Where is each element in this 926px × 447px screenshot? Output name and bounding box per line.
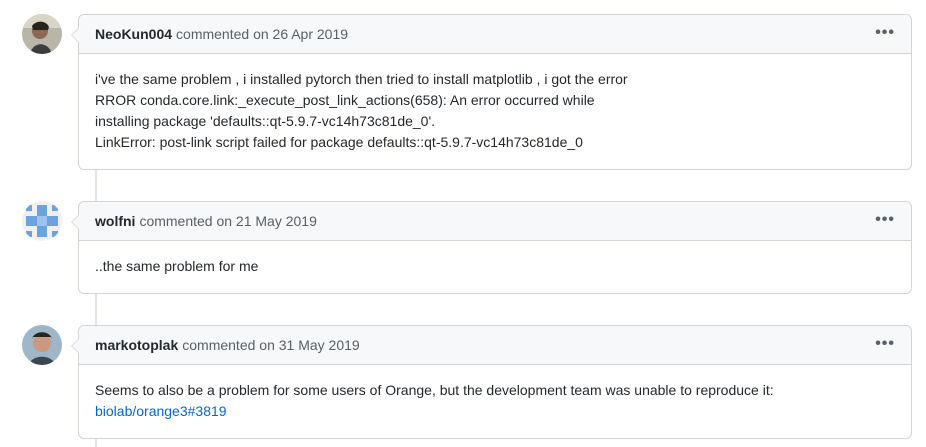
comment-box: markotoplak commented on 31 May 2019 •••… <box>71 325 912 439</box>
comment-header: NeoKun004 commented on 26 Apr 2019 ••• <box>79 15 911 54</box>
more-options-icon[interactable]: ••• <box>875 335 895 353</box>
comment-line: Seems to also be a problem for some user… <box>95 382 774 398</box>
comment-line: LinkError: post-link script failed for p… <box>95 134 583 150</box>
comment-link-line: biolab/orange3#3819 <box>95 401 895 422</box>
comment-line: ..the same problem for me <box>95 258 259 274</box>
issue-link[interactable]: biolab/orange3#3819 <box>95 403 227 419</box>
avatar[interactable] <box>22 14 62 54</box>
comment-body: ..the same problem for me <box>79 241 911 291</box>
comment-timestamp[interactable]: commented on 31 May 2019 <box>182 337 359 353</box>
comment-header: wolfni commented on 21 May 2019 ••• <box>79 202 911 241</box>
comment-header: markotoplak commented on 31 May 2019 ••• <box>79 326 911 365</box>
comment-body: i've the same problem , i installed pyto… <box>79 54 911 167</box>
comment-author[interactable]: wolfni <box>95 213 135 229</box>
comment-box: NeoKun004 commented on 26 Apr 2019 ••• i… <box>71 14 912 170</box>
comment-box: wolfni commented on 21 May 2019 ••• ..th… <box>71 201 912 294</box>
avatar[interactable] <box>22 325 62 365</box>
comment-author[interactable]: markotoplak <box>95 337 178 353</box>
comment-line: RROR conda.core.link:_execute_post_link_… <box>95 92 595 108</box>
comment-body: Seems to also be a problem for some user… <box>79 365 911 436</box>
user-photo-icon <box>22 14 62 54</box>
identicon-icon <box>22 201 62 241</box>
user-photo-icon <box>22 325 62 365</box>
comment-line: i've the same problem , i installed pyto… <box>95 71 628 87</box>
comment-timestamp[interactable]: commented on 21 May 2019 <box>139 213 316 229</box>
comment-author[interactable]: NeoKun004 <box>95 26 172 42</box>
more-options-icon[interactable]: ••• <box>875 211 895 229</box>
more-options-icon[interactable]: ••• <box>875 24 895 42</box>
avatar[interactable] <box>22 201 62 241</box>
comment-line: installing package 'defaults::qt-5.9.7-v… <box>95 113 436 129</box>
comment-timestamp[interactable]: commented on 26 Apr 2019 <box>176 26 348 42</box>
